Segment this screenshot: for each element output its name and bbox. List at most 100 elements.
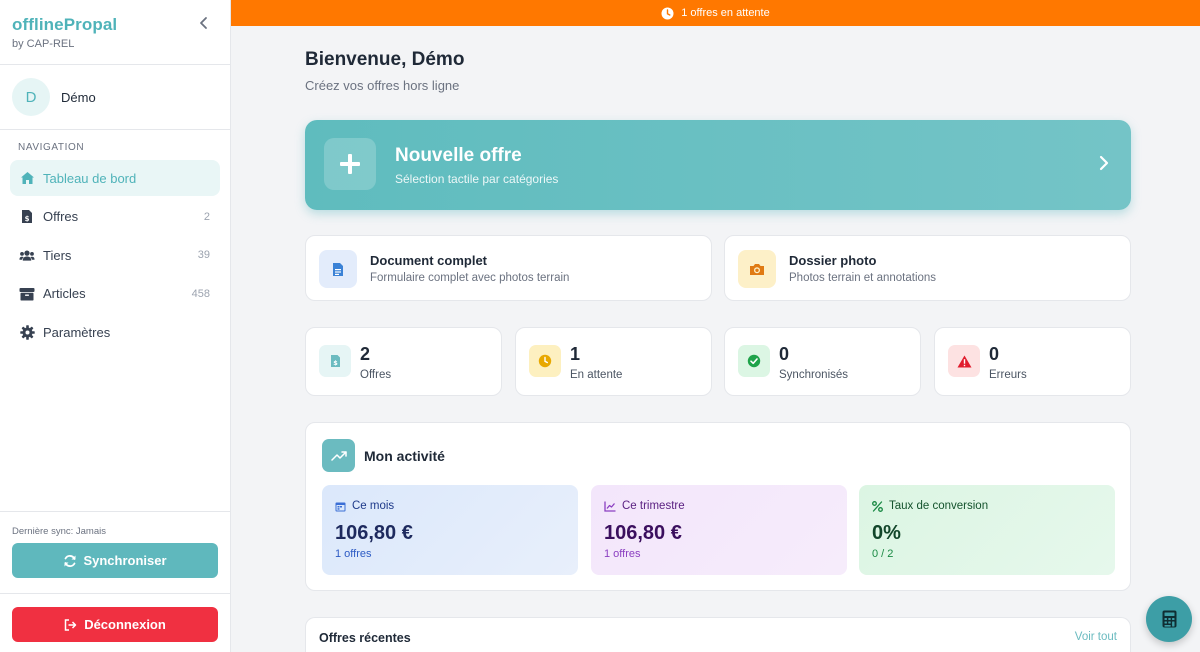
activity-box-value: 106,80 €: [335, 522, 413, 544]
activity-panel: Mon activité Ce mois 106,80 € 1 offres C…: [305, 422, 1131, 591]
stat-value: 2: [360, 344, 371, 364]
stat-label: Offres: [360, 369, 392, 381]
activity-box-value: 106,80 €: [604, 522, 682, 544]
sync-section: Dernière sync: Jamais Synchroniser: [0, 511, 230, 593]
activity-title: Mon activité: [364, 448, 445, 464]
brand-name: offlinePropal: [12, 15, 118, 34]
recent-offers-panel: Offres récentes Voir tout: [305, 617, 1131, 652]
logout-section: Déconnexion: [0, 593, 230, 652]
user-name: Démo: [61, 89, 96, 105]
activity-box-head: Ce trimestre: [604, 500, 685, 512]
activity-conversion-box: Taux de conversion 0% 0 / 2: [859, 485, 1115, 575]
activity-box-sub: 0 / 2: [872, 548, 894, 560]
new-offer-button[interactable]: Nouvelle offre Sélection tactile par cat…: [305, 120, 1131, 210]
stat-card-synced: 0 Synchronisés: [724, 327, 921, 396]
page-title: Bienvenue, Démo: [305, 49, 465, 70]
logout-button[interactable]: Déconnexion: [12, 607, 218, 642]
sidebar-item-count: 458: [191, 287, 210, 300]
sidebar-item-label: Tiers: [43, 247, 72, 263]
activity-box-label: Taux de conversion: [889, 500, 989, 512]
clock-icon: [661, 7, 674, 19]
check-icon: [738, 345, 770, 377]
stat-card-pending: 1 En attente: [515, 327, 712, 396]
logout-button-label: Déconnexion: [84, 617, 166, 632]
stat-label: En attente: [570, 369, 623, 381]
sidebar: offlinePropal by CAP-REL D Démo NAVIGATI…: [0, 0, 231, 652]
page-subtitle: Créez vos offres hors ligne: [305, 78, 460, 93]
stat-value: 1: [570, 344, 581, 364]
banner-text: 1 offres en attente: [681, 7, 770, 19]
activity-box-head: Taux de conversion: [872, 500, 988, 512]
sidebar-item-label: Offres: [43, 209, 79, 225]
activity-month-box: Ce mois 106,80 € 1 offres: [322, 485, 578, 575]
camera-icon: [738, 250, 776, 288]
sync-button[interactable]: Synchroniser: [12, 543, 218, 578]
activity-box-head: Ce mois: [335, 500, 394, 512]
stat-value: 0: [989, 344, 1000, 364]
stat-card-errors: 0 Erreurs: [934, 327, 1131, 396]
calculator-button[interactable]: [1146, 596, 1192, 642]
chevron-left-icon: [200, 17, 207, 29]
sidebar-item-count: 39: [197, 249, 210, 262]
sync-button-label: Synchroniser: [83, 553, 167, 568]
sidebar-item-articles[interactable]: Articles 458: [10, 276, 220, 312]
chart-icon: [604, 501, 616, 512]
clock-icon: [529, 345, 561, 377]
new-offer-title: Nouvelle offre: [395, 145, 522, 166]
sidebar-item-dashboard[interactable]: Tableau de bord: [10, 160, 220, 196]
invoice-icon: $: [319, 345, 351, 377]
avatar: D: [12, 78, 50, 116]
activity-box-value: 0%: [872, 522, 901, 544]
pending-offers-banner: 1 offres en attente: [231, 0, 1200, 26]
activity-box-sub: 1 offres: [604, 548, 641, 560]
new-offer-subtitle: Sélection tactile par catégories: [395, 172, 559, 186]
full-document-card[interactable]: Document complet Formulaire complet avec…: [305, 235, 712, 301]
activity-box-label: Ce trimestre: [622, 500, 685, 512]
percent-icon: [872, 500, 883, 512]
svg-text:$: $: [333, 359, 338, 367]
home-icon: [19, 170, 35, 186]
nav-menu: Tableau de bord $ Offres 2 Tiers 39 Arti…: [0, 160, 230, 350]
photo-folder-card[interactable]: Dossier photo Photos terrain et annotati…: [724, 235, 1131, 301]
stat-label: Synchronisés: [779, 369, 849, 381]
calculator-icon: [1162, 610, 1176, 628]
sidebar-item-label: Paramètres: [43, 324, 111, 340]
nav-section-title: NAVIGATION: [18, 142, 85, 153]
brand: offlinePropal by CAP-REL: [0, 0, 230, 65]
see-all-link[interactable]: Voir tout: [1075, 631, 1117, 643]
stat-label: Erreurs: [989, 369, 1027, 381]
sidebar-item-tiers[interactable]: Tiers 39: [10, 237, 220, 273]
users-icon: [19, 247, 35, 263]
user-profile: D Démo: [0, 65, 230, 130]
logout-icon: [64, 618, 77, 631]
chevron-right-icon: [1099, 155, 1109, 171]
activity-quarter-box: Ce trimestre 106,80 € 1 offres: [591, 485, 847, 575]
activity-box-label: Ce mois: [352, 500, 395, 512]
card-title: Document complet: [370, 253, 488, 268]
activity-box-sub: 1 offres: [335, 548, 372, 560]
box-icon: [19, 286, 35, 302]
sidebar-item-label: Articles: [43, 286, 86, 302]
invoice-icon: $: [19, 209, 35, 225]
card-subtitle: Formulaire complet avec photos terrain: [370, 272, 570, 284]
card-title: Dossier photo: [789, 253, 877, 268]
sidebar-item-parametres[interactable]: Paramètres: [10, 314, 220, 350]
sidebar-item-count: 2: [203, 210, 210, 223]
svg-text:$: $: [25, 215, 30, 223]
stat-card-offers: $ 2 Offres: [305, 327, 502, 396]
refresh-icon: [64, 554, 76, 567]
document-icon: [319, 250, 357, 288]
sidebar-item-label: Tableau de bord: [43, 170, 137, 186]
brand-subtitle: by CAP-REL: [12, 38, 75, 50]
main-content: Bienvenue, Démo Créez vos offres hors li…: [305, 26, 1131, 652]
gear-icon: [19, 324, 35, 340]
recent-offers-title: Offres récentes: [319, 631, 411, 645]
trend-up-icon: [322, 439, 355, 472]
plus-icon: [324, 138, 376, 190]
calendar-icon: [335, 502, 346, 511]
collapse-sidebar-button[interactable]: [196, 16, 212, 32]
card-subtitle: Photos terrain et annotations: [789, 272, 937, 284]
sidebar-item-offres[interactable]: $ Offres 2: [10, 199, 220, 235]
warning-icon: [948, 345, 980, 377]
last-sync-label: Dernière sync: Jamais: [12, 526, 106, 537]
